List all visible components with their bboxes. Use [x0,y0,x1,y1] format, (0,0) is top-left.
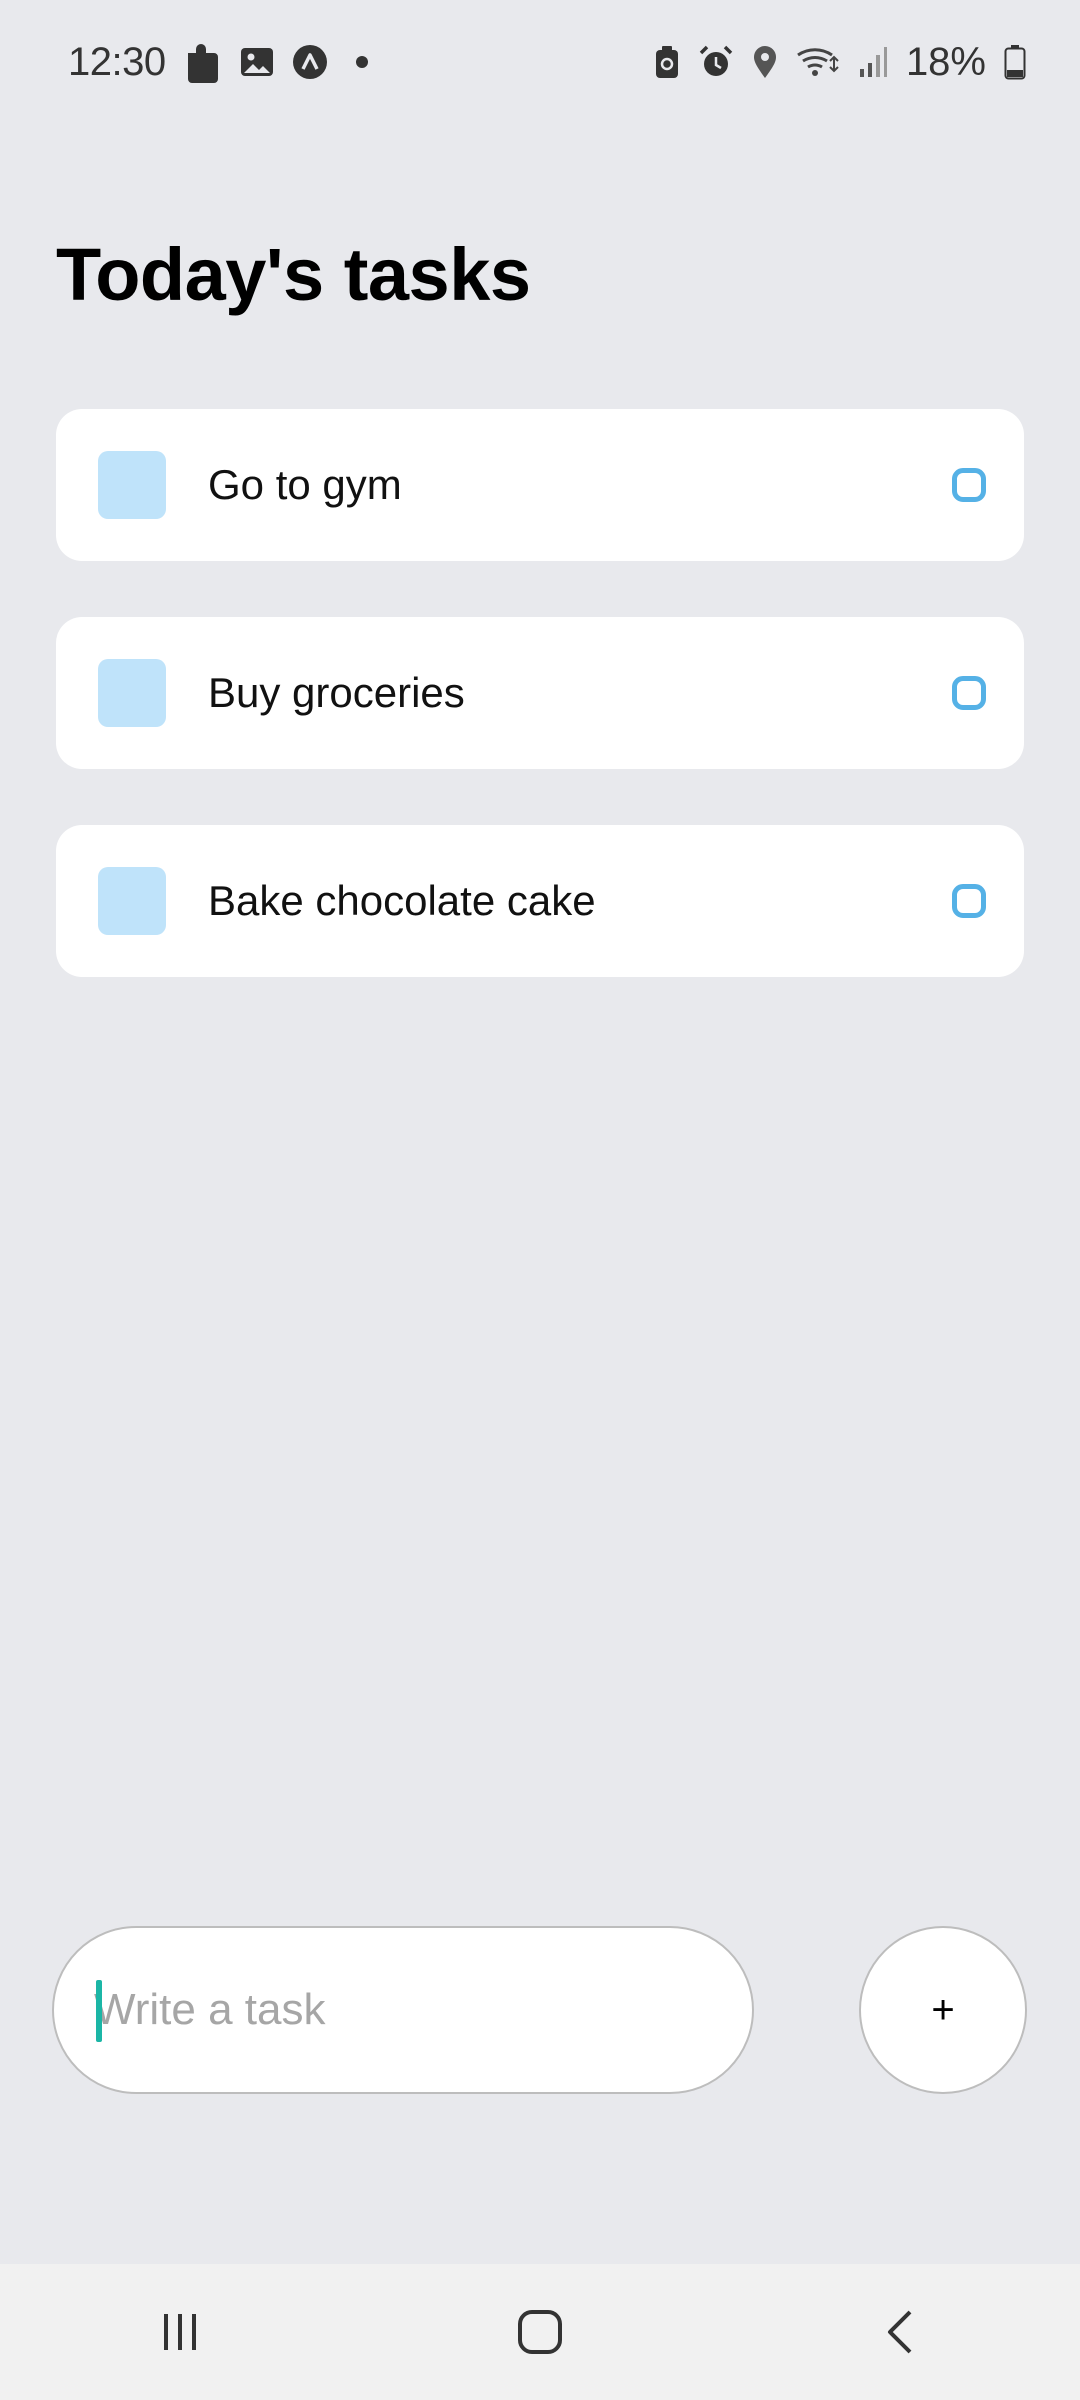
task-label: Bake chocolate cake [208,877,596,924]
home-button[interactable] [460,2282,620,2382]
task-label: Go to gym [208,461,402,508]
image-icon [240,45,274,79]
status-bar: 12:30 18% [0,0,1080,124]
text-cursor [96,1980,102,2042]
battery-percent: 18% [905,39,986,84]
app-screen: 12:30 18% Today's tasks Go to gym Buy gr… [0,0,1080,2400]
task-label: Buy groceries [208,669,465,716]
location-icon [752,45,778,79]
app-a-icon [292,44,328,80]
wifi-icon [796,45,840,79]
task-list: Go to gym Buy groceries Bake chocolate c… [56,409,1024,1033]
task-status-circle-icon[interactable] [952,468,986,502]
recent-apps-button[interactable] [100,2282,260,2382]
task-item[interactable]: Buy groceries [56,617,1024,769]
task-item[interactable]: Bake chocolate cake [56,825,1024,977]
task-square-icon [98,451,166,519]
signal-icon [858,45,888,79]
task-input[interactable] [94,1970,714,2050]
task-input-wrapper[interactable] [52,1926,754,2094]
task-square-icon [98,659,166,727]
task-item[interactable]: Go to gym [56,409,1024,561]
alarm-icon [698,44,734,80]
status-right: 18% [654,40,1026,85]
system-nav-bar [0,2264,1080,2400]
battery-saver-icon [654,45,680,79]
page-title: Today's tasks [56,233,531,316]
task-status-circle-icon[interactable] [952,884,986,918]
add-task-button[interactable]: + [859,1926,1027,2094]
notification-dot-icon [355,56,368,68]
puzzle-icon [184,41,222,83]
status-left: 12:30 [68,40,368,85]
home-icon [518,2310,562,2354]
recent-apps-icon [164,2314,196,2350]
back-button[interactable] [820,2282,980,2382]
back-icon [888,2310,912,2354]
task-status-circle-icon[interactable] [952,676,986,710]
battery-icon [1004,44,1026,80]
task-square-icon [98,867,166,935]
status-time: 12:30 [68,39,166,84]
